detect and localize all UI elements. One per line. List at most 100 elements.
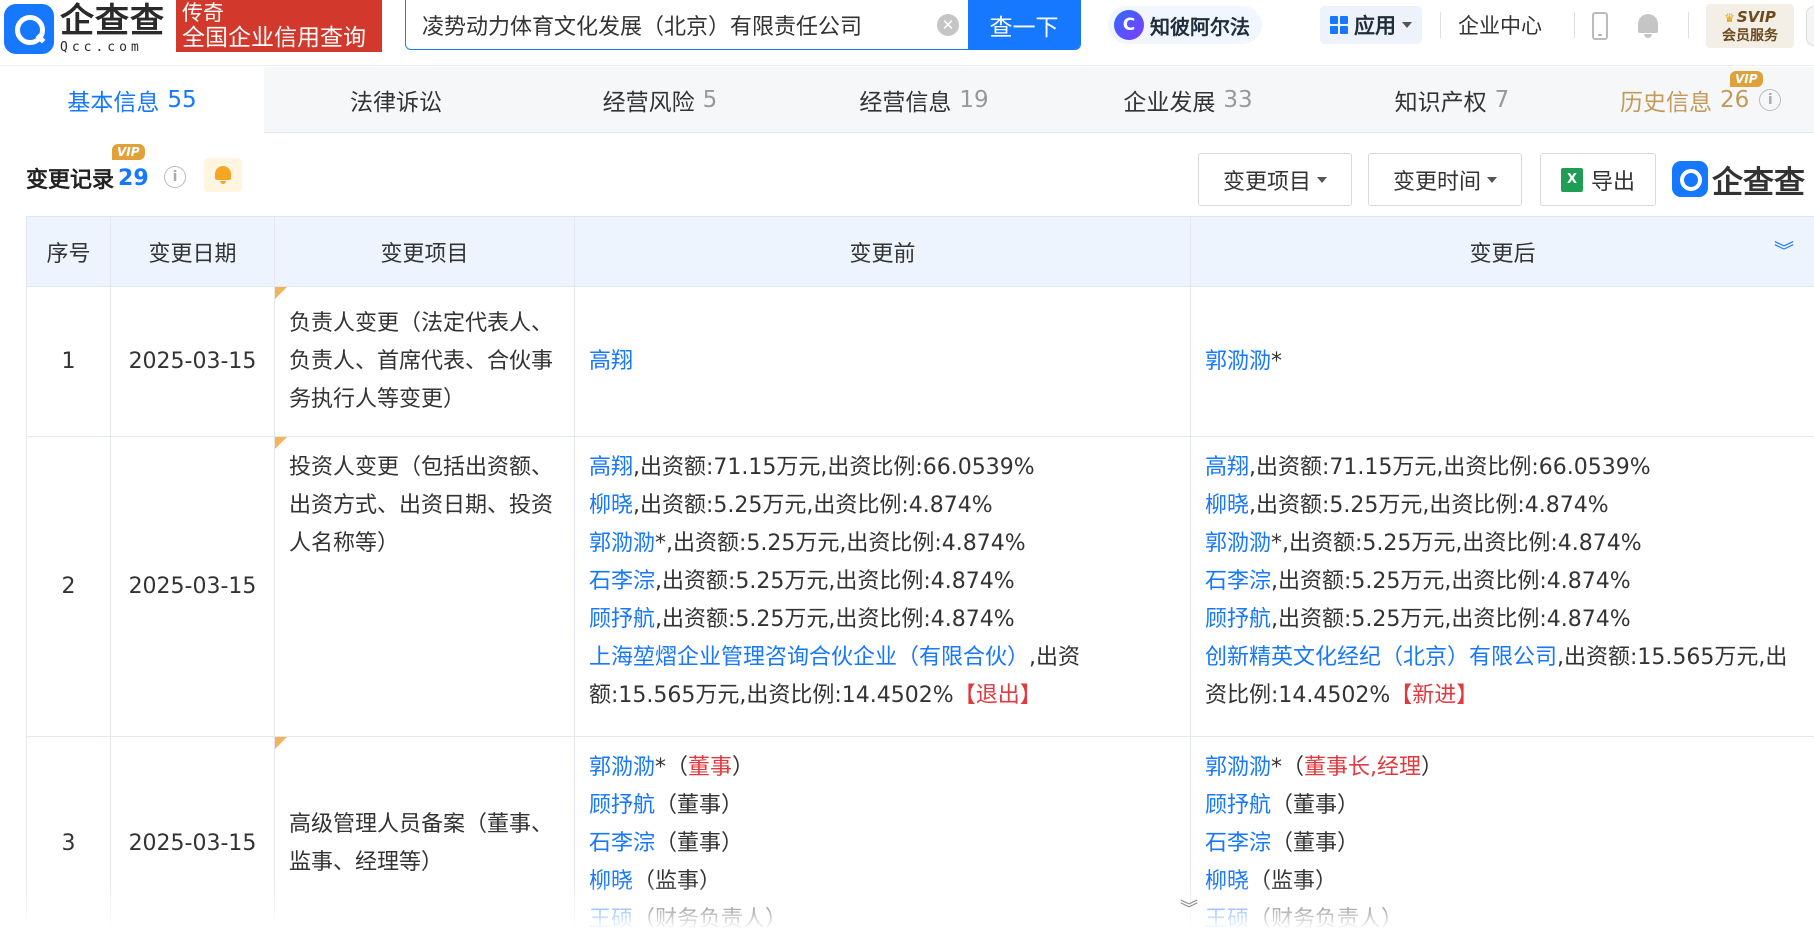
ai-assistant-label: 知彼阿尔法 <box>1150 14 1250 39</box>
person-link[interactable]: 石李淙 <box>589 569 655 594</box>
person-link[interactable]: 顾抒航 <box>1205 607 1271 632</box>
vip-badge: VIP <box>1730 71 1763 87</box>
value-text: （ <box>655 793 678 818</box>
search-button[interactable]: 查一下 <box>968 0 1080 49</box>
tab-history-info[interactable]: 历史信息 26 i <box>1584 67 1814 133</box>
before-value: 高翔 <box>574 286 1191 437</box>
value-text: * <box>655 755 667 780</box>
person-link[interactable]: 王硕 <box>1205 907 1249 932</box>
info-icon[interactable]: i <box>164 166 186 188</box>
row-number: 3 <box>26 736 111 938</box>
person-link[interactable]: 高翔 <box>589 349 633 374</box>
value-text: ,出资额:5.25万元,出资比例:4.874% <box>1271 569 1631 594</box>
role-text: 财务负责人 <box>655 907 766 932</box>
value-text: （ <box>1271 793 1294 818</box>
show-more-chevron-icon[interactable]: ︾ <box>1180 901 1198 919</box>
row-number: 1 <box>26 286 111 437</box>
change-item: 投资人变更（包括出资额、出资方式、出资日期、投资人名称等） <box>274 436 575 737</box>
value-text: ） <box>1381 907 1404 932</box>
change-item: 高级管理人员备案（董事、监事、经理等） <box>274 736 575 938</box>
person-link[interactable]: 石李淙 <box>1205 569 1271 594</box>
value-text: ,出资额:5.25万元,出资比例:4.874% <box>633 493 993 518</box>
qcc-logo-icon <box>1672 161 1708 197</box>
person-link[interactable]: 郭泐泐 <box>589 755 655 780</box>
col-header-after: 变更后 <box>1190 216 1814 287</box>
tab-enterprise-development[interactable]: 企业发展 33 <box>1056 67 1320 133</box>
person-link[interactable]: 郭泐泐 <box>589 531 655 556</box>
change-item: 负责人变更（法定代表人、负责人、首席代表、合伙事务执行人等变更） <box>274 286 575 437</box>
table-row: 1 2025-03-15 负责人变更（法定代表人、负责人、首席代表、合伙事务执行… <box>26 286 1814 437</box>
company-link[interactable]: 上海堃熠企业管理咨询合伙企业（有限合伙） <box>589 645 1029 670</box>
person-link[interactable]: 高翔 <box>589 455 633 480</box>
value-text: （ <box>1249 907 1272 932</box>
role-text: 董事长,经理 <box>1304 755 1422 780</box>
top-bar: 企查查 Qcc.com 传奇 全国企业信用查询 ✕ 查一下 C 知彼阿尔法 应用… <box>0 0 1814 66</box>
after-value: 郭泐泐* <box>1190 286 1814 437</box>
mobile-phone-icon[interactable] <box>1592 12 1608 40</box>
tab-count: 5 <box>702 87 718 113</box>
expand-columns-icon[interactable]: ︾ <box>1764 226 1804 276</box>
person-link[interactable]: 顾抒航 <box>589 607 655 632</box>
person-link[interactable]: 柳晓 <box>1205 869 1249 894</box>
qcc-logo[interactable]: 企查查 Qcc.com <box>4 4 165 54</box>
value-text: ） <box>1337 831 1360 856</box>
notification-bell-icon[interactable] <box>1636 12 1660 38</box>
tab-business-info[interactable]: 经营信息 19 <box>792 67 1056 133</box>
value-text: ） <box>765 907 788 932</box>
user-avatar[interactable] <box>1806 6 1814 46</box>
person-link[interactable]: 石李淙 <box>1205 831 1271 856</box>
promo-banner[interactable]: 传奇 全国企业信用查询 <box>176 0 382 52</box>
tab-business-risk[interactable]: 经营风险 5 <box>528 67 792 133</box>
tab-count: 19 <box>959 87 989 113</box>
svip-subtitle: 会员服务 <box>1722 27 1778 44</box>
enterprise-center-link[interactable]: 企业中心 <box>1458 10 1542 40</box>
ai-assistant-button[interactable]: C 知彼阿尔法 <box>1108 6 1262 44</box>
clear-search-button[interactable]: ✕ <box>928 0 968 49</box>
tab-count: 55 <box>167 87 197 113</box>
tab-intellectual-property[interactable]: 知识产权 7 <box>1320 67 1584 133</box>
search-input[interactable] <box>406 0 928 49</box>
tab-legal-litigation[interactable]: 法律诉讼 <box>264 67 528 133</box>
qcc-watermark: 企查查 <box>1672 156 1805 202</box>
change-record-table: 序号 变更日期 变更项目 变更前 变更后 1 2025-03-15 负责人变更（… <box>26 216 1814 938</box>
company-link[interactable]: 创新精英文化经纪（北京）有限公司 <box>1205 645 1557 670</box>
value-text: *,出资额:5.25万元,出资比例:4.874% <box>1271 531 1642 556</box>
value-text: （ <box>1282 755 1305 780</box>
new-tag: 【新进】 <box>1390 683 1479 708</box>
person-link[interactable]: 郭泐泐 <box>1205 349 1271 374</box>
subscribe-bell-icon[interactable] <box>204 158 242 192</box>
ai-logo-icon: C <box>1114 10 1144 40</box>
apps-menu[interactable]: 应用 <box>1320 6 1422 44</box>
person-link[interactable]: 高翔 <box>1205 455 1249 480</box>
person-link[interactable]: 柳晓 <box>1205 493 1249 518</box>
person-link[interactable]: 王硕 <box>589 907 633 932</box>
promo-line-2: 全国企业信用查询 <box>182 25 366 51</box>
value-text: ） <box>699 869 722 894</box>
after-value: 高翔,出资额:71.15万元,出资比例:66.0539% 柳晓,出资额:5.25… <box>1190 436 1814 737</box>
value-text: （ <box>1271 831 1294 856</box>
info-icon[interactable]: i <box>1759 89 1782 111</box>
change-time-filter[interactable]: 变更时间 <box>1368 153 1522 206</box>
person-link[interactable]: 柳晓 <box>589 869 633 894</box>
tab-label: 经营信息 <box>859 90 952 116</box>
col-header-item: 变更项目 <box>274 216 575 287</box>
tab-label: 企业发展 <box>1123 90 1216 116</box>
person-link[interactable]: 石李淙 <box>589 831 655 856</box>
svip-membership-button[interactable]: ♛ SVIP 会员服务 <box>1706 4 1794 48</box>
tab-count: 33 <box>1223 87 1253 113</box>
person-link[interactable]: 郭泐泐 <box>1205 755 1271 780</box>
person-link[interactable]: 郭泐泐 <box>1205 531 1271 556</box>
change-item-filter[interactable]: 变更项目 <box>1198 153 1352 206</box>
person-link[interactable]: 顾抒航 <box>1205 793 1271 818</box>
role-text: 监事 <box>1271 869 1316 894</box>
value-text: ,出资额:5.25万元,出资比例:4.874% <box>655 569 1015 594</box>
tab-count: 26 <box>1720 87 1750 113</box>
person-link[interactable]: 柳晓 <box>589 493 633 518</box>
tab-basic-info[interactable]: 基本信息 55 <box>0 67 264 133</box>
value-text: * <box>1271 755 1283 780</box>
watermark-text: 企查查 <box>1712 164 1805 201</box>
export-button[interactable]: X 导出 <box>1540 153 1656 206</box>
role-text: 董事 <box>677 793 722 818</box>
person-link[interactable]: 顾抒航 <box>589 793 655 818</box>
value-text: ） <box>721 831 744 856</box>
